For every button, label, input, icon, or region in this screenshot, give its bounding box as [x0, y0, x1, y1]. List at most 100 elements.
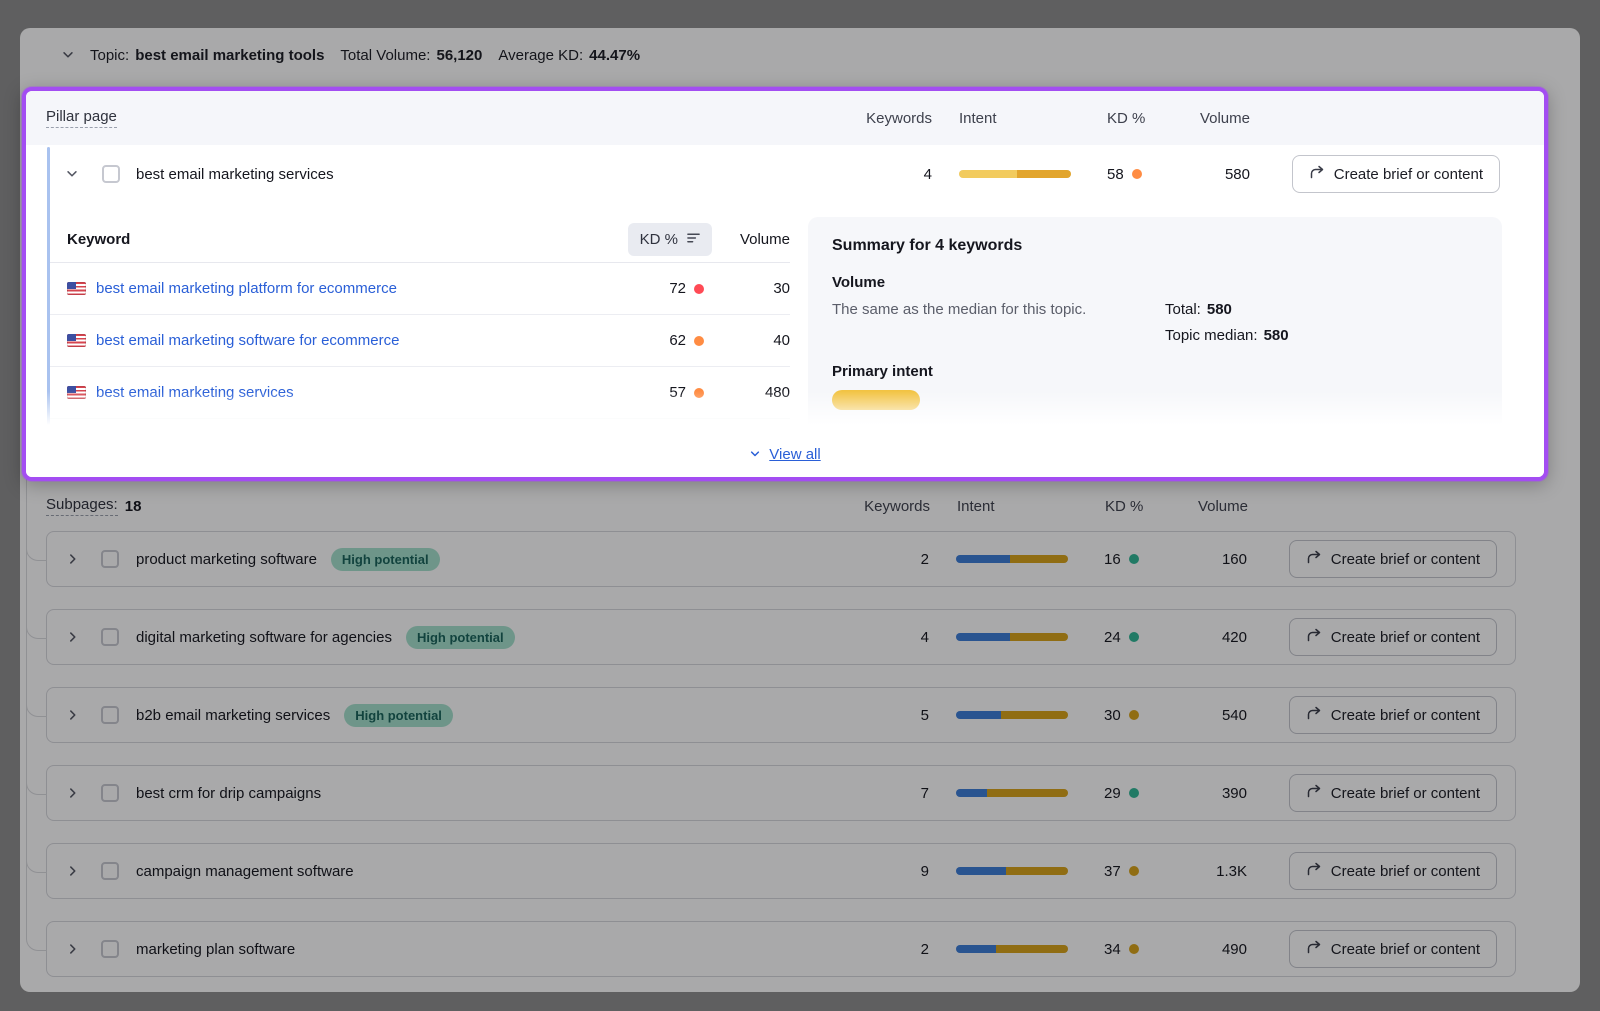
subpages-header-row: Subpages: 18 Keywords Intent KD % Volume	[46, 489, 1516, 523]
keywords-count: 2	[849, 941, 929, 958]
kd-dot	[1129, 632, 1139, 642]
subpage-row[interactable]: campaign management software 9 37 1.3K C…	[46, 843, 1516, 899]
subpages-label[interactable]: Subpages:	[46, 496, 118, 516]
view-all-link[interactable]: View all	[749, 446, 820, 463]
subpage-row[interactable]: b2b email marketing services High potent…	[46, 687, 1516, 743]
arrow-icon	[1306, 939, 1322, 959]
kd-value: 62	[669, 332, 686, 349]
create-brief-button[interactable]: Create brief or content	[1289, 852, 1497, 890]
chevron-right-icon[interactable]	[63, 707, 83, 723]
subpage-title: marketing plan software	[136, 941, 295, 958]
column-headers: Keywords Intent KD % Volume	[850, 498, 1498, 515]
intent-bar	[956, 945, 1068, 953]
create-brief-button[interactable]: Create brief or content	[1289, 930, 1497, 968]
row-checkbox[interactable]	[101, 628, 119, 646]
subpage-row[interactable]: product marketing software High potentia…	[46, 531, 1516, 587]
keyword-text: best email marketing software for ecomme…	[96, 332, 399, 349]
create-brief-button[interactable]: Create brief or content	[1289, 540, 1497, 578]
create-brief-label: Create brief or content	[1331, 863, 1480, 880]
create-brief-label: Create brief or content	[1331, 941, 1480, 958]
kd-column-header: KD %	[1071, 110, 1164, 127]
intent-bar	[956, 555, 1068, 563]
create-brief-button[interactable]: Create brief or content	[1289, 618, 1497, 656]
kd-cell: 37	[1068, 863, 1161, 880]
kd-cell: 34	[1068, 941, 1161, 958]
row-checkbox[interactable]	[101, 940, 119, 958]
kd-dot	[1129, 866, 1139, 876]
row-checkbox[interactable]	[102, 165, 120, 183]
kd-sort-chip[interactable]: KD %	[628, 223, 712, 256]
arrow-icon	[1306, 861, 1322, 881]
primary-intent-heading: Primary intent	[832, 363, 1478, 380]
kd-value: 30	[1104, 707, 1121, 724]
subpages-section: Subpages: 18 Keywords Intent KD % Volume…	[20, 489, 1580, 977]
pillar-page-section: Pillar page Keywords Intent KD % Volume …	[22, 87, 1548, 481]
view-all-label: View all	[769, 446, 820, 463]
keyword-link[interactable]: best email marketing platform for ecomme…	[47, 280, 616, 297]
kd-dot	[1132, 169, 1142, 179]
keywords-count: 4	[849, 629, 929, 646]
chevron-right-icon[interactable]	[63, 629, 83, 645]
kd-value: 29	[1104, 785, 1121, 802]
subpage-row[interactable]: digital marketing software for agencies …	[46, 609, 1516, 665]
intent-bar	[956, 789, 1068, 797]
chevron-down-icon[interactable]	[60, 166, 84, 182]
row-checkbox[interactable]	[101, 784, 119, 802]
create-brief-label: Create brief or content	[1331, 707, 1480, 724]
create-brief-button[interactable]: Create brief or content	[1289, 696, 1497, 734]
kd-dot	[1129, 944, 1139, 954]
keyword-table-header: Keyword KD % Volume	[47, 217, 790, 263]
total-value: 580	[1207, 301, 1232, 318]
kd-value: 16	[1104, 551, 1121, 568]
chevron-right-icon[interactable]	[63, 785, 83, 801]
chevron-right-icon[interactable]	[63, 551, 83, 567]
chevron-right-icon[interactable]	[63, 941, 83, 957]
topic-median-value: 580	[1264, 327, 1289, 344]
create-brief-button[interactable]: Create brief or content	[1289, 774, 1497, 812]
keyword-link[interactable]: best email marketing software for ecomme…	[47, 332, 616, 349]
topic-summary-bar: Topic: best email marketing tools Total …	[20, 28, 1580, 82]
row-checkbox[interactable]	[101, 862, 119, 880]
keywords-count: 5	[849, 707, 929, 724]
total-volume-value: 56,120	[436, 47, 482, 64]
keywords-count: 7	[849, 785, 929, 802]
kd-dot	[694, 284, 704, 294]
chevron-down-icon[interactable]	[56, 47, 80, 63]
keyword-text: best email marketing platform for ecomme…	[96, 280, 397, 297]
row-checkbox[interactable]	[101, 550, 119, 568]
kd-value: 37	[1104, 863, 1121, 880]
create-brief-button[interactable]: Create brief or content	[1292, 155, 1500, 193]
subpages-list: product marketing software High potentia…	[46, 531, 1516, 977]
pillar-header-row: Pillar page Keywords Intent KD % Volume	[26, 91, 1544, 145]
topic-research-panel: Topic: best email marketing tools Total …	[20, 28, 1580, 992]
volume-value: 30	[712, 280, 790, 297]
create-brief-label: Create brief or content	[1334, 166, 1483, 183]
chevron-right-icon[interactable]	[63, 863, 83, 879]
intent-column-header: Intent	[932, 110, 1071, 127]
kd-value: 24	[1104, 629, 1121, 646]
volume-value: 490	[1161, 941, 1247, 958]
arrow-icon	[1306, 549, 1322, 569]
pillar-metrics: 4 58 580 Create brief or content	[852, 155, 1500, 193]
subpage-title: product marketing software	[136, 551, 317, 568]
keywords-count: 2	[849, 551, 929, 568]
intent-bar	[956, 711, 1068, 719]
kd-dot	[1129, 554, 1139, 564]
row-checkbox[interactable]	[101, 706, 119, 724]
subpage-row[interactable]: marketing plan software 2 34 490 Create …	[46, 921, 1516, 977]
create-brief-label: Create brief or content	[1331, 551, 1480, 568]
pillar-page-label[interactable]: Pillar page	[46, 108, 117, 128]
pillar-row[interactable]: best email marketing services 4 58 580 C…	[26, 145, 1544, 203]
subpage-row[interactable]: best crm for drip campaigns 7 29 390 Cre…	[46, 765, 1516, 821]
subpages-count: 18	[125, 498, 142, 515]
kd-dot	[694, 336, 704, 346]
keywords-column-header: Keywords	[852, 110, 932, 127]
keyword-header: Keyword	[47, 231, 616, 248]
summary-title: Summary for 4 keywords	[832, 237, 1478, 255]
arrow-icon	[1306, 705, 1322, 725]
summary-volume-heading: Volume	[832, 274, 1478, 291]
volume-value: 390	[1161, 785, 1247, 802]
bottom-fade	[26, 391, 1544, 431]
keywords-count: 4	[852, 166, 932, 183]
sort-icon	[687, 231, 700, 248]
